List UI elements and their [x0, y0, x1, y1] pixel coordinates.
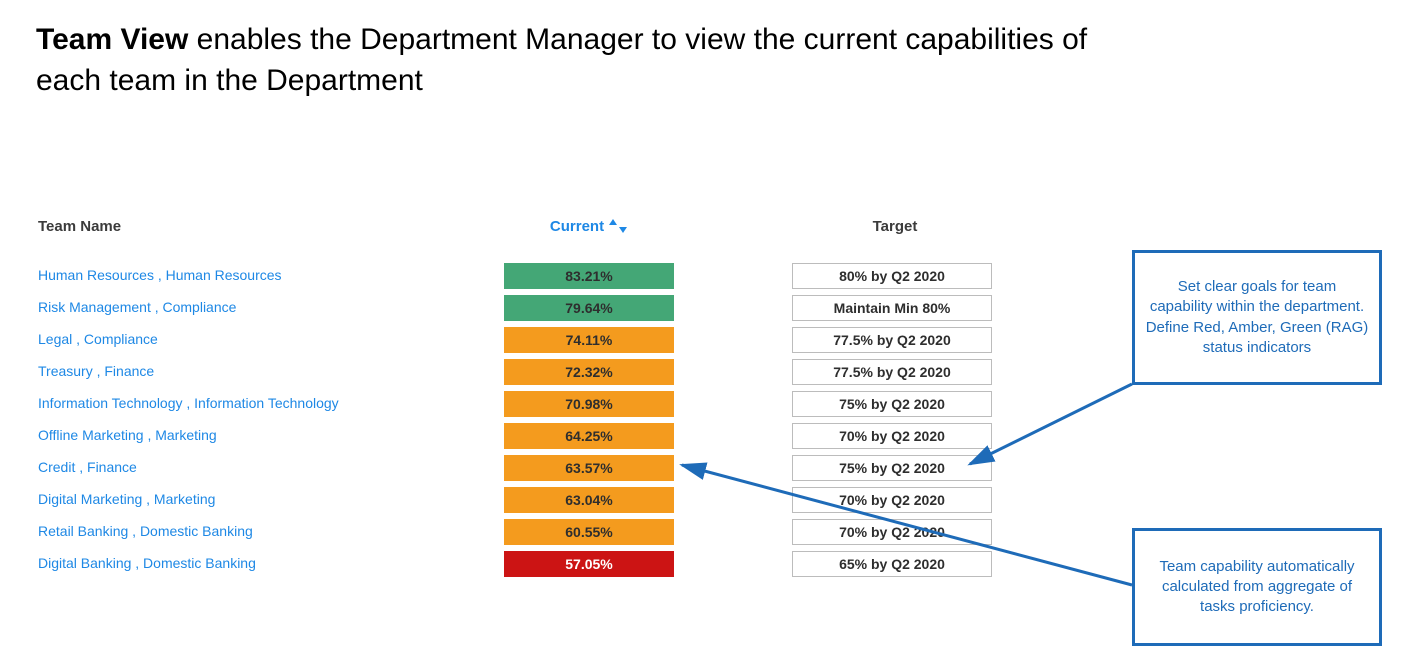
current-pct: 63.57% — [504, 455, 674, 481]
heading-rest: enables the Department Manager to view t… — [36, 23, 1087, 97]
table-row: Digital Marketing , Marketing 63.04% 70% b… — [38, 484, 998, 516]
team-link[interactable]: Digital Banking , Domestic Banking — [38, 555, 256, 571]
team-link[interactable]: Retail Banking , Domestic Banking — [38, 523, 253, 539]
current-pct: 64.25% — [504, 423, 674, 449]
current-pct: 74.11% — [504, 327, 674, 353]
team-link[interactable]: Human Resources , Human Resources — [38, 267, 282, 283]
target-box[interactable]: 70% by Q2 2020 — [792, 423, 992, 449]
table-row: Digital Banking , Domestic Banking 57.05%… — [38, 548, 998, 580]
callout-goals-text: Set clear goals for team capability with… — [1145, 277, 1369, 358]
team-link[interactable]: Digital Marketing , Marketing — [38, 491, 215, 507]
target-box[interactable]: 80% by Q2 2020 — [792, 263, 992, 289]
target-box[interactable]: Maintain Min 80% — [792, 295, 992, 321]
team-table: Team Name Current Target Human Resources… — [38, 210, 998, 580]
sort-icon — [608, 219, 628, 233]
team-link[interactable]: Treasury , Finance — [38, 363, 154, 379]
page-heading: Team View enables the Department Manager… — [36, 20, 1136, 101]
target-box[interactable]: 65% by Q2 2020 — [792, 551, 992, 577]
table-row: Risk Management , Compliance 79.64% Mainta… — [38, 292, 998, 324]
col-header-team-name: Team Name — [38, 218, 500, 235]
team-link[interactable]: Information Technology , Information Tec… — [38, 395, 339, 411]
callout-auto-calc: Team capability automatically calculated… — [1132, 528, 1382, 646]
table-row: Retail Banking , Domestic Banking 60.55% 7… — [38, 516, 998, 548]
current-pct: 83.21% — [504, 263, 674, 289]
col-header-current[interactable]: Current — [500, 218, 678, 235]
current-pct: 57.05% — [504, 551, 674, 577]
callout-goals: Set clear goals for team capability with… — [1132, 250, 1382, 385]
target-box[interactable]: 75% by Q2 2020 — [792, 391, 992, 417]
team-link[interactable]: Credit , Finance — [38, 459, 137, 475]
team-link[interactable]: Risk Management , Compliance — [38, 299, 236, 315]
heading-bold: Team View — [36, 23, 188, 56]
table-row: Offline Marketing , Marketing 64.25% 70% b… — [38, 420, 998, 452]
table-header-row: Team Name Current Target — [38, 210, 998, 242]
target-box[interactable]: 70% by Q2 2020 — [792, 519, 992, 545]
table-row: Information Technology , Information Tec… — [38, 388, 998, 420]
current-pct: 60.55% — [504, 519, 674, 545]
team-link[interactable]: Offline Marketing , Marketing — [38, 427, 217, 443]
current-pct: 72.32% — [504, 359, 674, 385]
col-header-target: Target — [792, 218, 998, 235]
current-pct: 79.64% — [504, 295, 674, 321]
current-pct: 63.04% — [504, 487, 674, 513]
current-pct: 70.98% — [504, 391, 674, 417]
target-box[interactable]: 70% by Q2 2020 — [792, 487, 992, 513]
col-header-current-label: Current — [550, 218, 604, 235]
table-row: Human Resources , Human Resources 83.21% 8… — [38, 260, 998, 292]
table-row: Treasury , Finance 72.32% 77.5% by Q2 2020 — [38, 356, 998, 388]
target-box[interactable]: 75% by Q2 2020 — [792, 455, 992, 481]
target-box[interactable]: 77.5% by Q2 2020 — [792, 327, 992, 353]
callout-auto-calc-text: Team capability automatically calculated… — [1145, 557, 1369, 618]
table-row: Credit , Finance 63.57% 75% by Q2 2020 — [38, 452, 998, 484]
table-row: Legal , Compliance 74.11% 77.5% by Q2 2020 — [38, 324, 998, 356]
team-link[interactable]: Legal , Compliance — [38, 331, 158, 347]
target-box[interactable]: 77.5% by Q2 2020 — [792, 359, 992, 385]
